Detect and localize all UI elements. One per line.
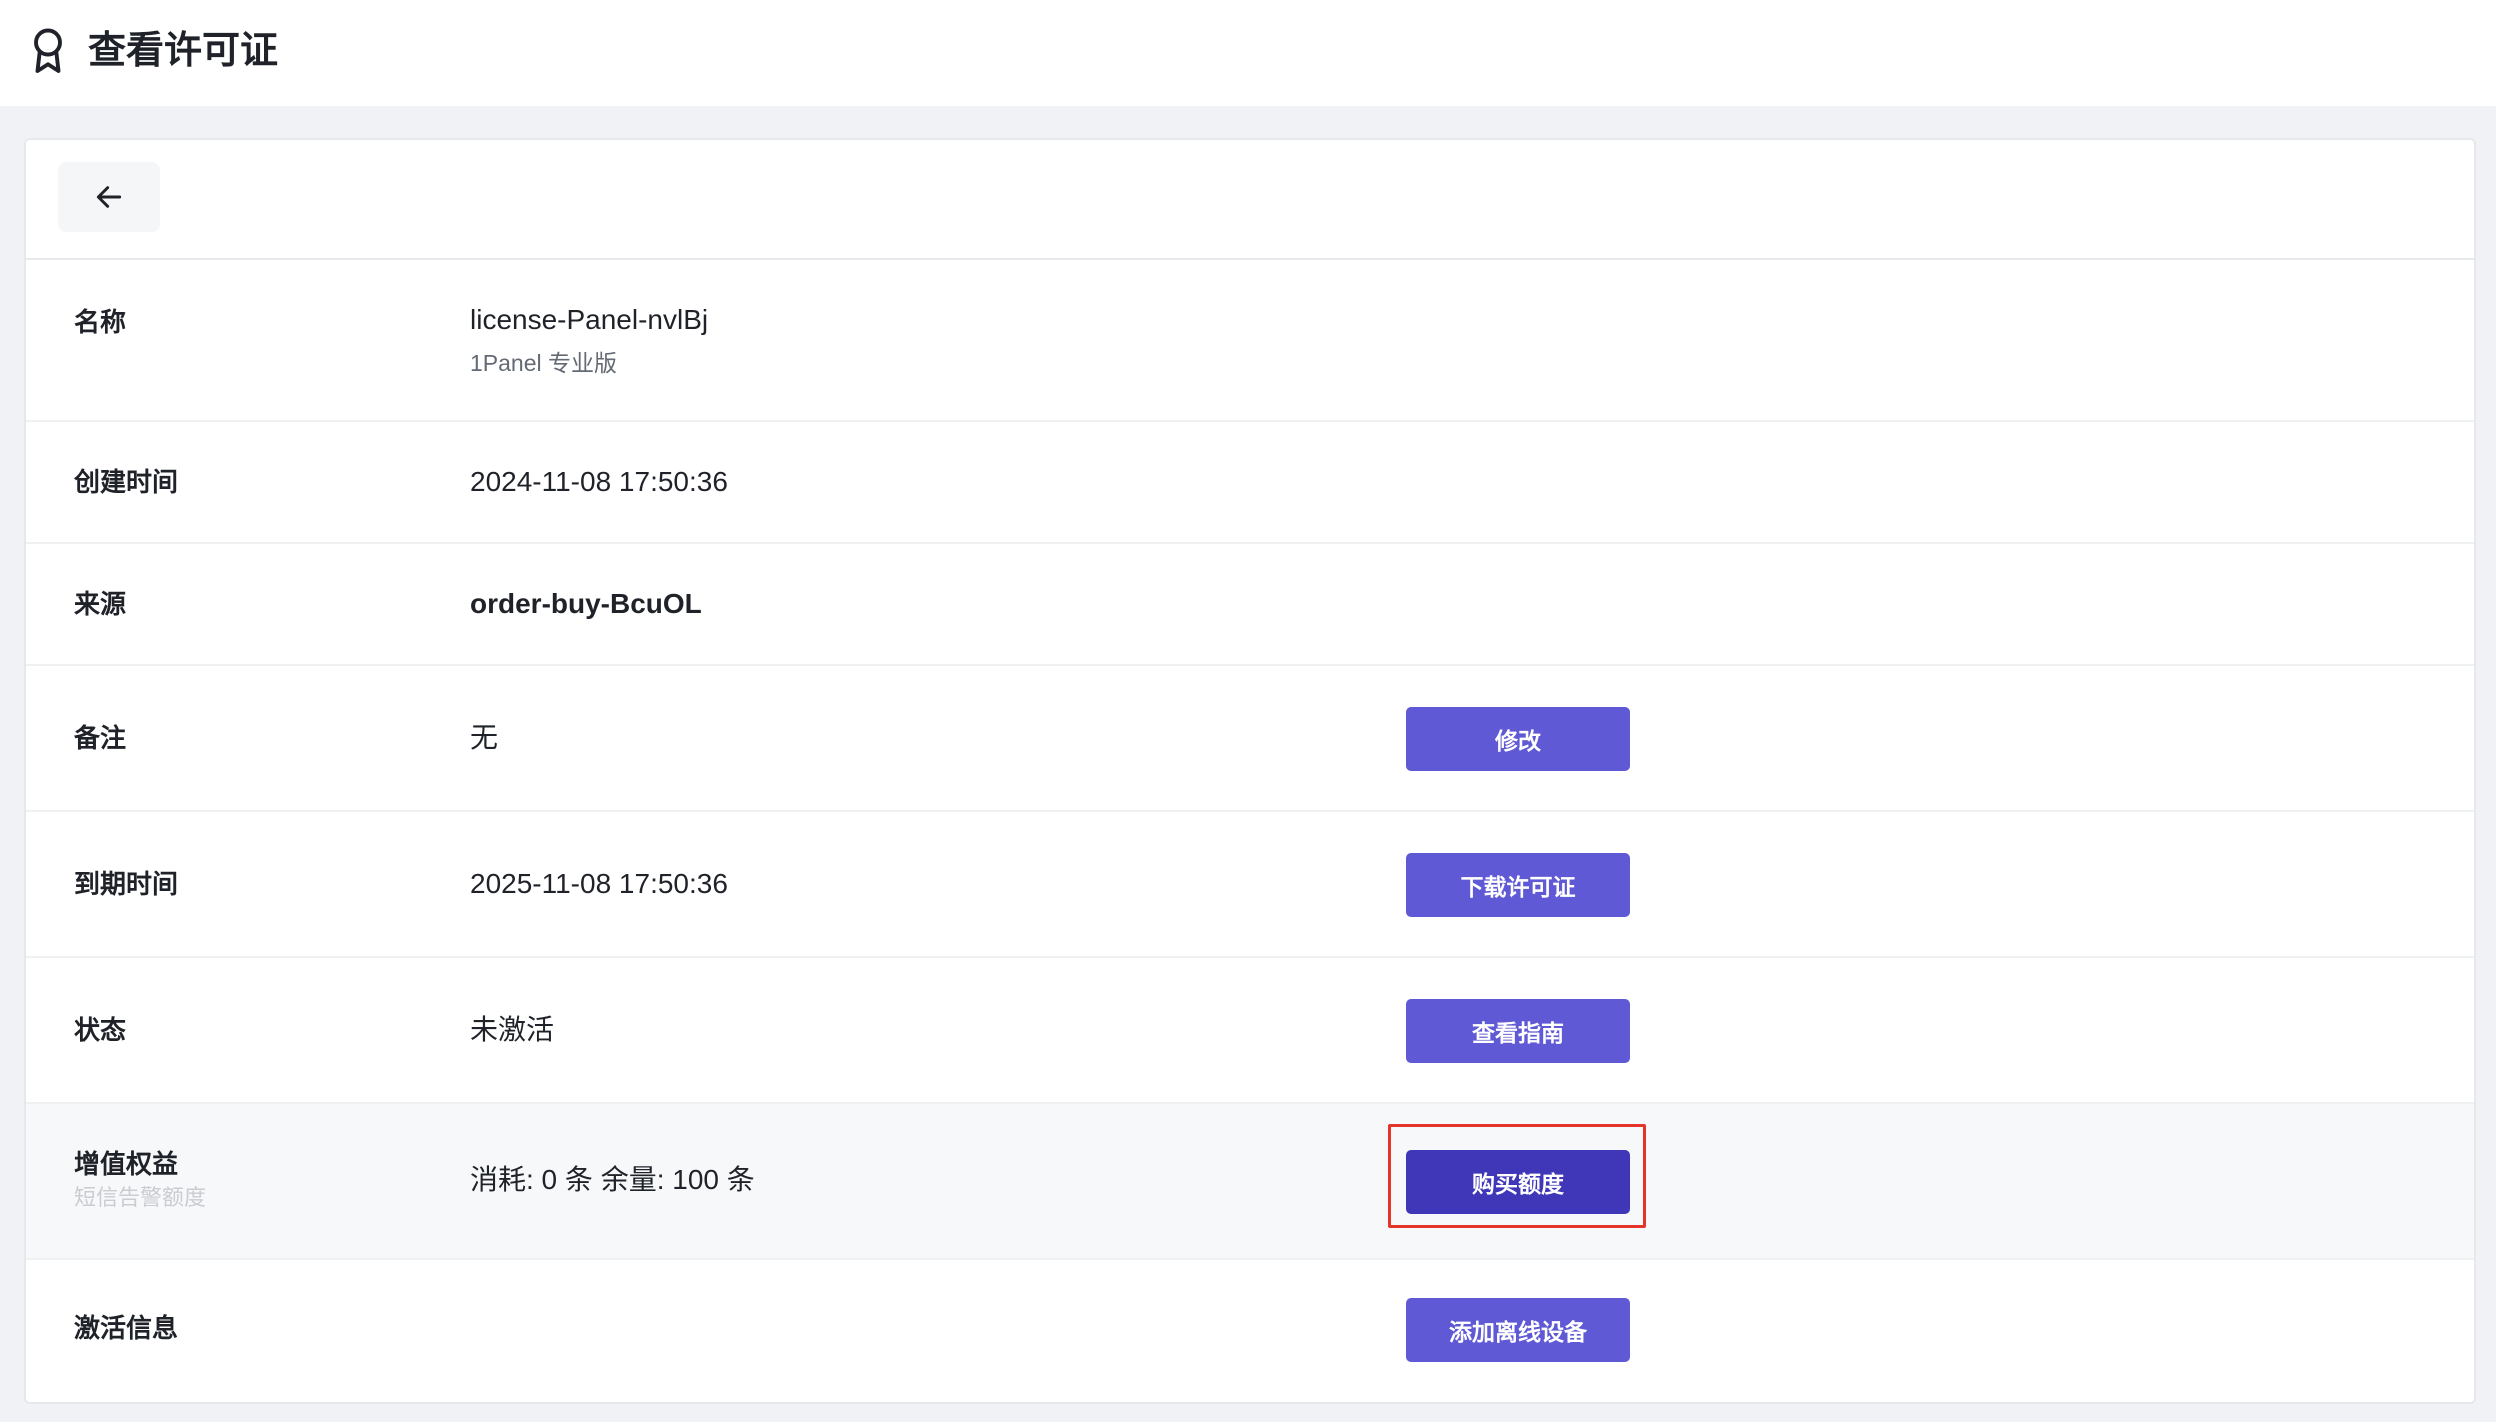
status-value: 未激活 [470, 1014, 555, 1045]
remark-value: 无 [470, 722, 499, 753]
row-label: 备注 [74, 723, 127, 753]
view-guide-button[interactable]: 查看指南 [1406, 999, 1630, 1063]
expire-time-value: 2025-11-08 17:50:36 [470, 868, 728, 899]
row-status: 状态 未激活 查看指南 [26, 958, 2474, 1104]
row-label: 增值权益 [74, 1149, 179, 1179]
row-remark: 备注 无 修改 [26, 666, 2474, 812]
back-button[interactable] [58, 162, 160, 232]
add-offline-device-button[interactable]: 添加离线设备 [1406, 1298, 1630, 1362]
row-label: 来源 [74, 589, 127, 619]
row-name: 名称 license-Panel-nvlBj 1Panel 专业版 [26, 260, 2474, 422]
page-title: 查看许可证 [88, 30, 279, 72]
row-label: 激活信息 [74, 1313, 179, 1343]
edit-button[interactable]: 修改 [1406, 707, 1630, 771]
row-value-added: 增值权益 短信告警额度 消耗: 0 条 余量: 100 条 购买额度 [26, 1104, 2474, 1260]
row-expire-time: 到期时间 2025-11-08 17:50:36 下载许可证 [26, 812, 2474, 958]
row-label: 创建时间 [74, 467, 179, 497]
award-ribbon-icon [34, 28, 62, 73]
arrow-left-icon [96, 186, 122, 208]
row-label: 名称 [74, 307, 127, 337]
row-created-time: 创建时间 2024-11-08 17:50:36 [26, 422, 2474, 544]
license-name-value: license-Panel-nvlBj [470, 304, 709, 335]
page-header: 查看许可证 [0, 0, 2496, 106]
license-edition-value: 1Panel 专业版 [470, 350, 618, 376]
highlight-frame [1388, 1124, 1646, 1228]
row-label: 到期时间 [74, 869, 179, 899]
row-activation-info: 激活信息 添加离线设备 [26, 1260, 2474, 1400]
license-detail-card: 名称 license-Panel-nvlBj 1Panel 专业版 创建时间 2… [24, 138, 2476, 1404]
row-label: 状态 [74, 1015, 127, 1045]
source-value: order-buy-BcuOL [470, 588, 702, 619]
sms-quota-value: 消耗: 0 条 余量: 100 条 [470, 1164, 755, 1195]
download-license-button[interactable]: 下载许可证 [1406, 853, 1630, 917]
row-sublabel: 短信告警额度 [74, 1185, 207, 1210]
created-time-value: 2024-11-08 17:50:36 [470, 466, 728, 497]
row-source: 来源 order-buy-BcuOL [26, 544, 2474, 666]
